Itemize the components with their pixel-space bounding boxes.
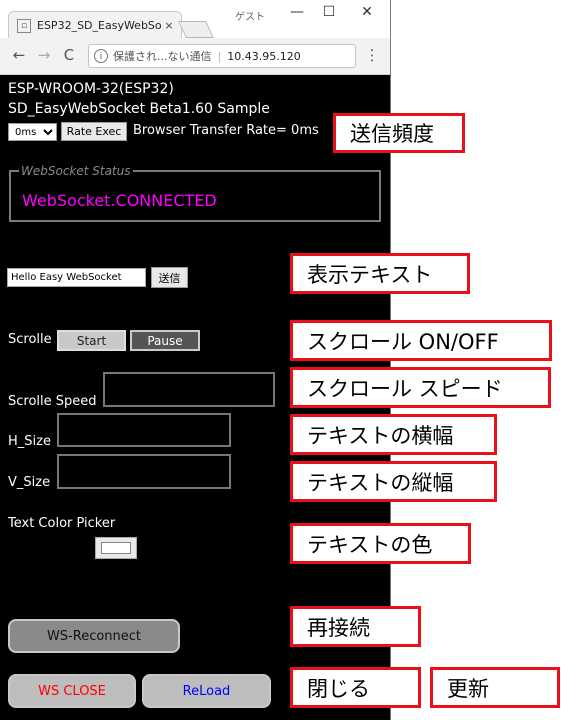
annotation-rate: 送信頻度 — [333, 113, 465, 153]
minimize-icon[interactable]: — — [282, 4, 312, 20]
tab-title: ESP32_SD_EasyWebSocke — [37, 19, 161, 32]
maximize-icon[interactable]: ☐ — [314, 4, 344, 20]
hsize-label: H_Size — [8, 434, 51, 449]
annotation-text-width: テキストの横幅 — [290, 414, 497, 455]
address-separator: | — [217, 49, 222, 63]
menu-icon[interactable]: ⋮ — [364, 46, 380, 64]
browser-toolbar: ← → C i 保護され...ない通信 | 10.43.95.120 ⋮ — [0, 38, 390, 75]
annotation-reconnect: 再接続 — [290, 606, 421, 647]
page-icon: ▫ — [17, 18, 31, 33]
vsize-slider[interactable] — [57, 454, 231, 489]
ws-reconnect-button[interactable]: WS-Reconnect — [8, 619, 180, 653]
color-picker[interactable] — [95, 537, 137, 559]
ws-close-button[interactable]: WS CLOSE — [8, 674, 136, 708]
display-text-input[interactable] — [7, 268, 146, 287]
new-tab-button[interactable] — [178, 21, 214, 38]
color-picker-label: Text Color Picker — [8, 516, 116, 531]
forward-icon[interactable]: → — [34, 46, 54, 64]
scroll-start-button[interactable]: Start — [57, 330, 126, 351]
annotation-scroll-speed: スクロール スピード — [290, 367, 551, 408]
annotation-close: 閉じる — [290, 667, 421, 708]
websocket-state: WebSocket.CONNECTED — [22, 191, 217, 210]
device-title: ESP-WROOM-32(ESP32) — [8, 81, 174, 97]
send-button[interactable]: 送信 — [151, 267, 188, 288]
url-text: 10.43.95.120 — [227, 49, 301, 63]
security-text: 保護され...ない通信 — [113, 50, 212, 63]
scroll-speed-slider[interactable] — [103, 372, 275, 407]
annotation-update: 更新 — [430, 667, 560, 708]
scroll-pause-button[interactable]: Pause — [130, 330, 200, 351]
vsize-label: V_Size — [8, 475, 51, 490]
rate-exec-button[interactable]: Rate Exec — [61, 122, 127, 141]
scroll-speed-label: Scrolle Speed — [8, 394, 97, 409]
hsize-slider[interactable] — [57, 413, 231, 447]
address-bar[interactable]: i 保護され...ない通信 | 10.43.95.120 — [88, 44, 356, 68]
info-icon[interactable]: i — [94, 49, 108, 63]
close-window-icon[interactable]: ✕ — [352, 4, 382, 20]
color-swatch — [101, 542, 131, 554]
annotation-scroll-onoff: スクロール ON/OFF — [290, 320, 552, 361]
refresh-icon[interactable]: C — [59, 46, 79, 64]
annotation-display-text: 表示テキスト — [290, 253, 470, 294]
title-bar: ▫ ESP32_SD_EasyWebSocke × ゲスト — ☐ ✕ — [0, 0, 390, 39]
tab-close-icon[interactable]: × — [161, 19, 177, 32]
sample-title: SD_EasyWebSocket Beta1.60 Sample — [8, 101, 270, 117]
browser-tab[interactable]: ▫ ESP32_SD_EasyWebSocke × — [8, 11, 182, 39]
reload-button[interactable]: ReLoad — [142, 674, 271, 708]
profile-label[interactable]: ゲスト — [235, 8, 265, 23]
websocket-status-legend: WebSocket Status — [21, 164, 131, 178]
transfer-rate-text: Browser Transfer Rate= 0ms — [133, 123, 319, 138]
scroll-label: Scrolle — [8, 332, 52, 347]
annotation-text-color: テキストの色 — [290, 523, 471, 564]
annotation-text-height: テキストの縦幅 — [290, 461, 497, 502]
back-icon[interactable]: ← — [9, 46, 29, 64]
rate-select[interactable]: 0ms — [8, 123, 57, 141]
